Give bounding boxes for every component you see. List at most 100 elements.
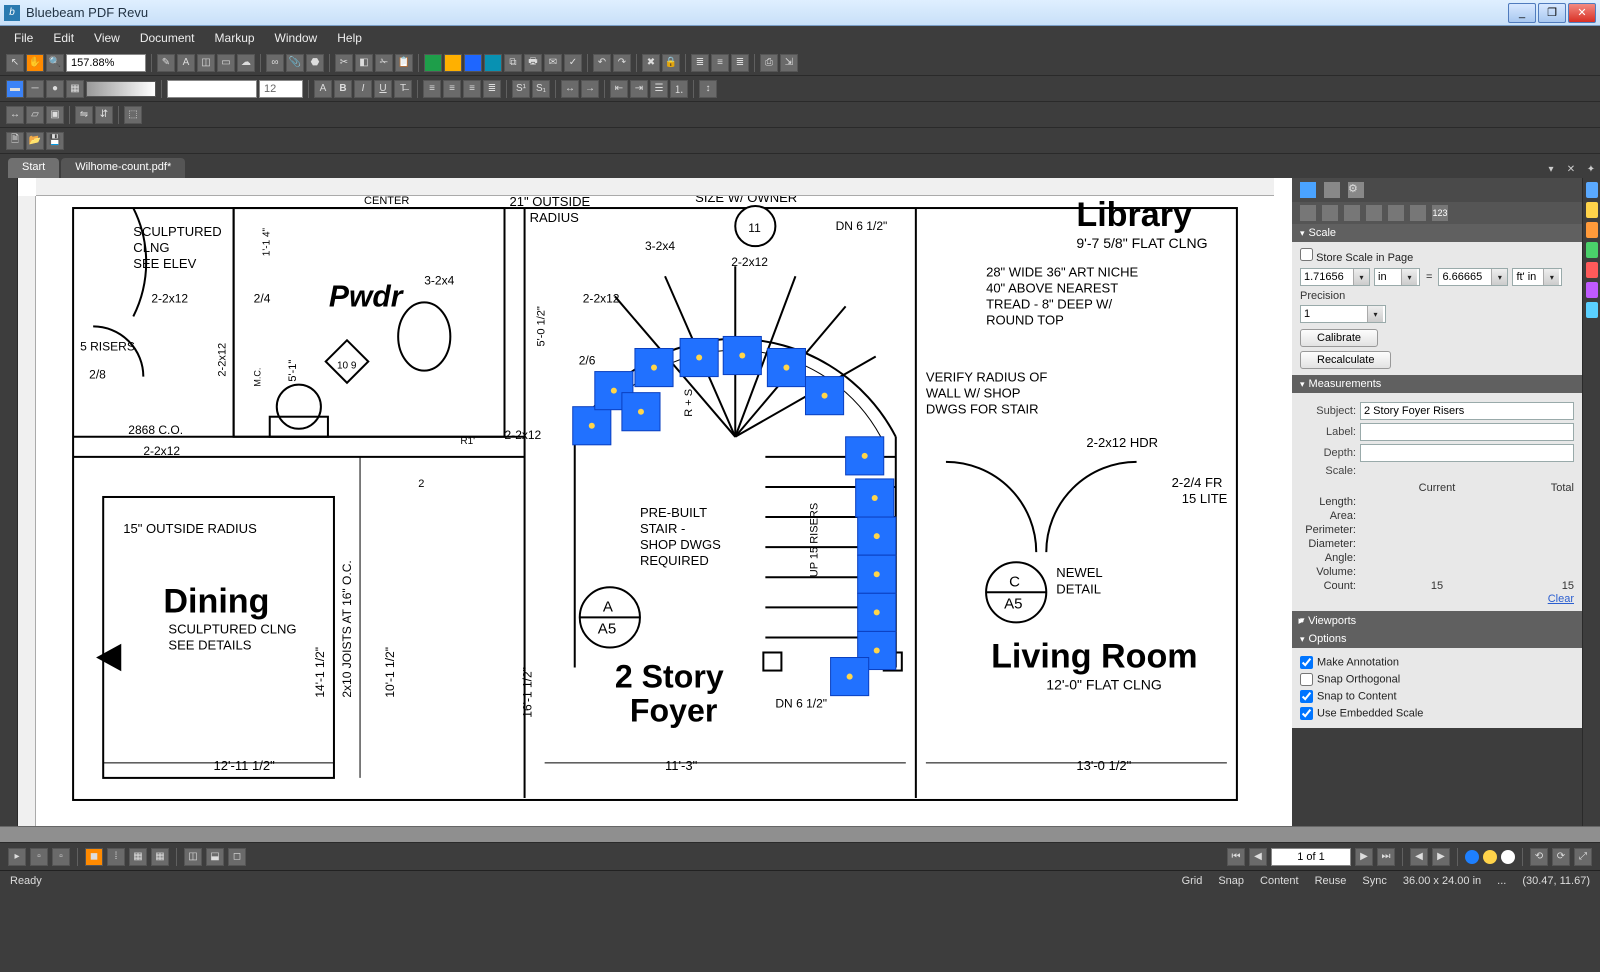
arrow-start-icon[interactable]: ↔: [561, 80, 579, 98]
cut-icon[interactable]: ✁: [375, 54, 393, 72]
paste-icon[interactable]: 📋: [395, 54, 413, 72]
panel-tab-links-icon[interactable]: [1324, 182, 1340, 198]
scale-right-input[interactable]: [1439, 269, 1491, 285]
clear-link[interactable]: Clear: [1548, 593, 1574, 605]
dock-chip-7[interactable]: [1586, 302, 1598, 318]
label-input[interactable]: [1360, 423, 1574, 441]
split-v-icon[interactable]: ⬓: [206, 848, 224, 866]
super-icon[interactable]: S¹: [512, 80, 530, 98]
tab-start[interactable]: Start: [8, 158, 59, 178]
dock-chip-1[interactable]: [1586, 182, 1598, 198]
horizontal-scrollbar[interactable]: [0, 826, 1600, 842]
next-page-icon[interactable]: ▶: [1355, 848, 1373, 866]
numlist-icon[interactable]: ⒈: [670, 80, 688, 98]
open-icon[interactable]: 📂: [26, 132, 44, 150]
list-icon[interactable]: ☰: [650, 80, 668, 98]
dock-chip-4[interactable]: [1586, 242, 1598, 258]
left-dock[interactable]: [0, 178, 18, 826]
recalculate-button[interactable]: Recalculate: [1300, 351, 1391, 369]
text-icon[interactable]: A: [177, 54, 195, 72]
align-r-icon[interactable]: ≣: [731, 54, 749, 72]
zoom-tool-icon[interactable]: 🔍: [46, 54, 64, 72]
view-single-icon[interactable]: ◼: [85, 848, 103, 866]
maximize-button[interactable]: ❐: [1538, 3, 1566, 23]
spell-icon[interactable]: ✓: [564, 54, 582, 72]
split-off-icon[interactable]: ◻: [228, 848, 246, 866]
dim-bulb-1[interactable]: [1465, 850, 1479, 864]
tab-close-icon[interactable]: ✕: [1562, 160, 1580, 178]
tab-document[interactable]: Wilhome-count.pdf*: [61, 158, 185, 178]
section-viewports-header[interactable]: ▸ Viewports: [1292, 611, 1582, 630]
redo-icon[interactable]: ↷: [613, 54, 631, 72]
scale-unit-right[interactable]: [1513, 269, 1543, 285]
view-facing-icon[interactable]: ▦: [129, 848, 147, 866]
email-icon[interactable]: ✉: [544, 54, 562, 72]
expand-icon[interactable]: ⤢: [1574, 848, 1592, 866]
last-page-icon[interactable]: ⏭: [1377, 848, 1395, 866]
just-c-icon[interactable]: ≡: [443, 80, 461, 98]
sub-icon[interactable]: S₁: [532, 80, 550, 98]
menu-file[interactable]: File: [4, 27, 43, 49]
flag-teal-icon[interactable]: [484, 54, 502, 72]
tab-pin-icon[interactable]: ✦: [1582, 160, 1600, 178]
hatch-icon[interactable]: ▦: [66, 80, 84, 98]
canvas[interactable]: Library 9'-7 5/8" FLAT CLNG Living Room …: [18, 178, 1292, 826]
rotate-l-icon[interactable]: ⟲: [1530, 848, 1548, 866]
font-size-input[interactable]: [259, 80, 303, 98]
attach-icon[interactable]: 📎: [286, 54, 304, 72]
panel-tab-settings-icon[interactable]: ⚙: [1348, 182, 1364, 198]
status-grid[interactable]: Grid: [1182, 875, 1203, 887]
font-color-icon[interactable]: A: [314, 80, 332, 98]
dock-chip-2[interactable]: [1586, 202, 1598, 218]
misc2-icon[interactable]: ⇲: [780, 54, 798, 72]
zoom-input[interactable]: [66, 54, 146, 72]
menu-window[interactable]: Window: [265, 27, 328, 49]
linespc-icon[interactable]: ↕: [699, 80, 717, 98]
pen-icon[interactable]: ✎: [157, 54, 175, 72]
fill-color-icon[interactable]: ●: [46, 80, 64, 98]
scale-left-input[interactable]: [1301, 269, 1353, 285]
thumb-collapse-icon[interactable]: ▸: [8, 848, 26, 866]
panel-tab-measure-icon[interactable]: [1300, 182, 1316, 198]
shape-icon[interactable]: ▭: [217, 54, 235, 72]
calibrate-button[interactable]: Calibrate: [1300, 329, 1378, 347]
dock-chip-6[interactable]: [1586, 282, 1598, 298]
first-page-icon[interactable]: ⏮: [1227, 848, 1245, 866]
link-icon[interactable]: ∞: [266, 54, 284, 72]
stamp-icon[interactable]: ⬣: [306, 54, 324, 72]
tool-angle-icon[interactable]: [1388, 205, 1404, 221]
split-h-icon[interactable]: ◫: [184, 848, 202, 866]
section-scale-header[interactable]: Scale: [1292, 224, 1582, 242]
dim-bulb-2[interactable]: [1483, 850, 1497, 864]
thumb1-icon[interactable]: ▫: [30, 848, 48, 866]
tool-area-icon[interactable]: [1322, 205, 1338, 221]
nav-back-icon[interactable]: ◀: [1410, 848, 1428, 866]
minimize-button[interactable]: _: [1508, 3, 1536, 23]
lock-icon[interactable]: 🔒: [662, 54, 680, 72]
tool-length-icon[interactable]: [1300, 205, 1316, 221]
page-input[interactable]: [1271, 848, 1351, 866]
flip-h-icon[interactable]: ⇋: [75, 106, 93, 124]
line-style-icon[interactable]: ─: [26, 80, 44, 98]
arrow-end-icon[interactable]: →: [581, 80, 599, 98]
rotate-r-icon[interactable]: ⟳: [1552, 848, 1570, 866]
prev-page-icon[interactable]: ◀: [1249, 848, 1267, 866]
strike-icon[interactable]: T̶: [394, 80, 412, 98]
highlight-icon[interactable]: ◫: [197, 54, 215, 72]
depth-input[interactable]: [1360, 444, 1574, 462]
store-scale-checkbox[interactable]: [1300, 248, 1313, 261]
opt-snap-content[interactable]: [1300, 690, 1313, 703]
tool-volume-icon[interactable]: [1410, 205, 1426, 221]
scale-unit-left[interactable]: [1375, 269, 1401, 285]
dock-chip-3[interactable]: [1586, 222, 1598, 238]
status-snap[interactable]: Snap: [1218, 875, 1244, 887]
count-icon[interactable]: ⬚: [124, 106, 142, 124]
subject-input[interactable]: [1360, 402, 1574, 420]
menu-view[interactable]: View: [84, 27, 130, 49]
status-sync[interactable]: Sync: [1362, 875, 1386, 887]
misc1-icon[interactable]: ⎙: [760, 54, 778, 72]
pan-tool-icon[interactable]: ✋: [26, 54, 44, 72]
tool-count-icon[interactable]: 123: [1432, 205, 1448, 221]
section-options-header[interactable]: Options: [1292, 630, 1582, 648]
close-button[interactable]: ✕: [1568, 3, 1596, 23]
